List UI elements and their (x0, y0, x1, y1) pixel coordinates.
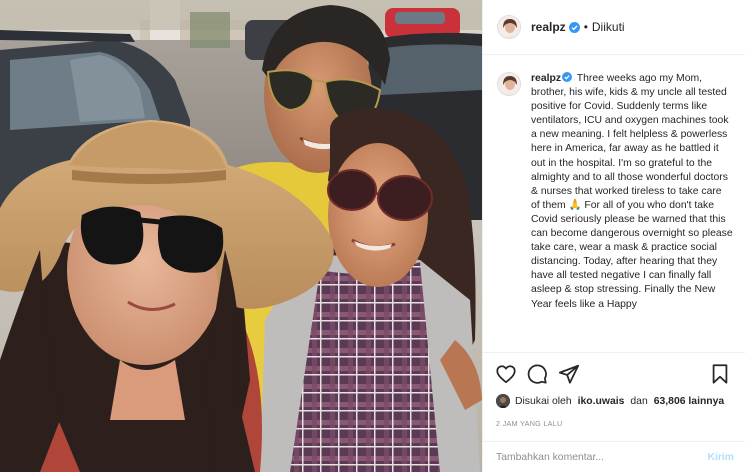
post-header: realpz • Diikuti (483, 0, 745, 55)
post-actions-section: Disukai oleh iko.uwais dan 63,806 lainny… (483, 352, 745, 472)
post-photo[interactable] (0, 0, 482, 472)
caption-text-block: realpz Three weeks ago my Mom, brother, … (531, 72, 733, 352)
post-side-panel: realpz • Diikuti realpz Three weeks ago … (482, 0, 745, 472)
post-comment-button[interactable]: Kirim (707, 452, 734, 463)
likes-summary: Disukai oleh iko.uwais dan 63,806 lainny… (496, 393, 741, 409)
caption-container: realpz Three weeks ago my Mom, brother, … (483, 56, 745, 352)
post-timestamp[interactable]: 2 JAM YANG LALU (496, 419, 563, 428)
caption-avatar[interactable] (497, 72, 521, 96)
author-username[interactable]: realpz (531, 20, 566, 34)
instagram-post-modal: realpz • Diikuti realpz Three weeks ago … (0, 0, 745, 472)
liker-username[interactable]: iko.uwais (578, 396, 625, 407)
liker-avatar[interactable] (496, 394, 510, 408)
follow-status-button[interactable]: Diikuti (592, 20, 625, 34)
heart-icon[interactable] (495, 363, 517, 385)
bookmark-icon[interactable] (709, 363, 731, 385)
likes-joiner: dan (630, 395, 648, 407)
likes-others-link[interactable]: 63,806 lainnya (654, 396, 724, 407)
author-avatar[interactable] (497, 15, 521, 39)
share-icon[interactable] (558, 363, 580, 385)
verified-badge-icon (562, 72, 573, 82)
verified-badge-icon (568, 21, 580, 33)
caption-body: Three weeks ago my Mom, brother, his wif… (531, 73, 733, 310)
action-icons-row (495, 363, 735, 387)
comment-input[interactable] (496, 452, 708, 463)
add-comment-bar: Kirim (483, 441, 745, 472)
caption-username[interactable]: realpz (531, 73, 561, 84)
post-photo-image (0, 0, 482, 472)
comment-icon[interactable] (526, 363, 548, 385)
header-separator: • (583, 20, 588, 34)
likes-prefix: Disukai oleh (515, 395, 572, 407)
